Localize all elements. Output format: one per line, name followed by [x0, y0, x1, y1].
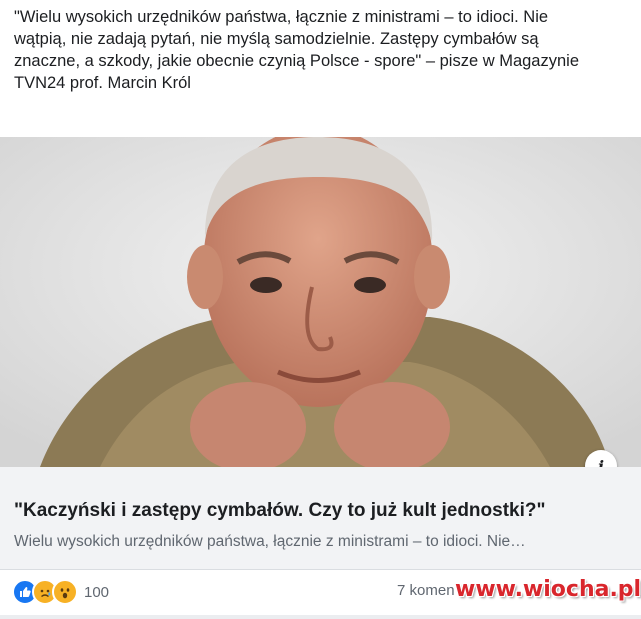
- link-preview-image[interactable]: [0, 137, 641, 467]
- comments-count-link[interactable]: 7 komen: [397, 582, 455, 599]
- link-preview-title[interactable]: "Kaczyński i zastępy cymbałów. Czy to ju…: [14, 500, 624, 522]
- site-watermark: www.wiocha.pl: [455, 577, 641, 602]
- portrait-photo: [0, 137, 641, 467]
- post-text: "Wielu wysokich urzędników państwa, łącz…: [14, 8, 579, 92]
- reactions-summary[interactable]: 100: [12, 578, 109, 606]
- reaction-count: 100: [84, 583, 110, 601]
- divider: [0, 615, 641, 619]
- link-preview-description: Wielu wysokich urzędników państwa, łączn…: [14, 533, 526, 550]
- wow-icon: [52, 579, 78, 605]
